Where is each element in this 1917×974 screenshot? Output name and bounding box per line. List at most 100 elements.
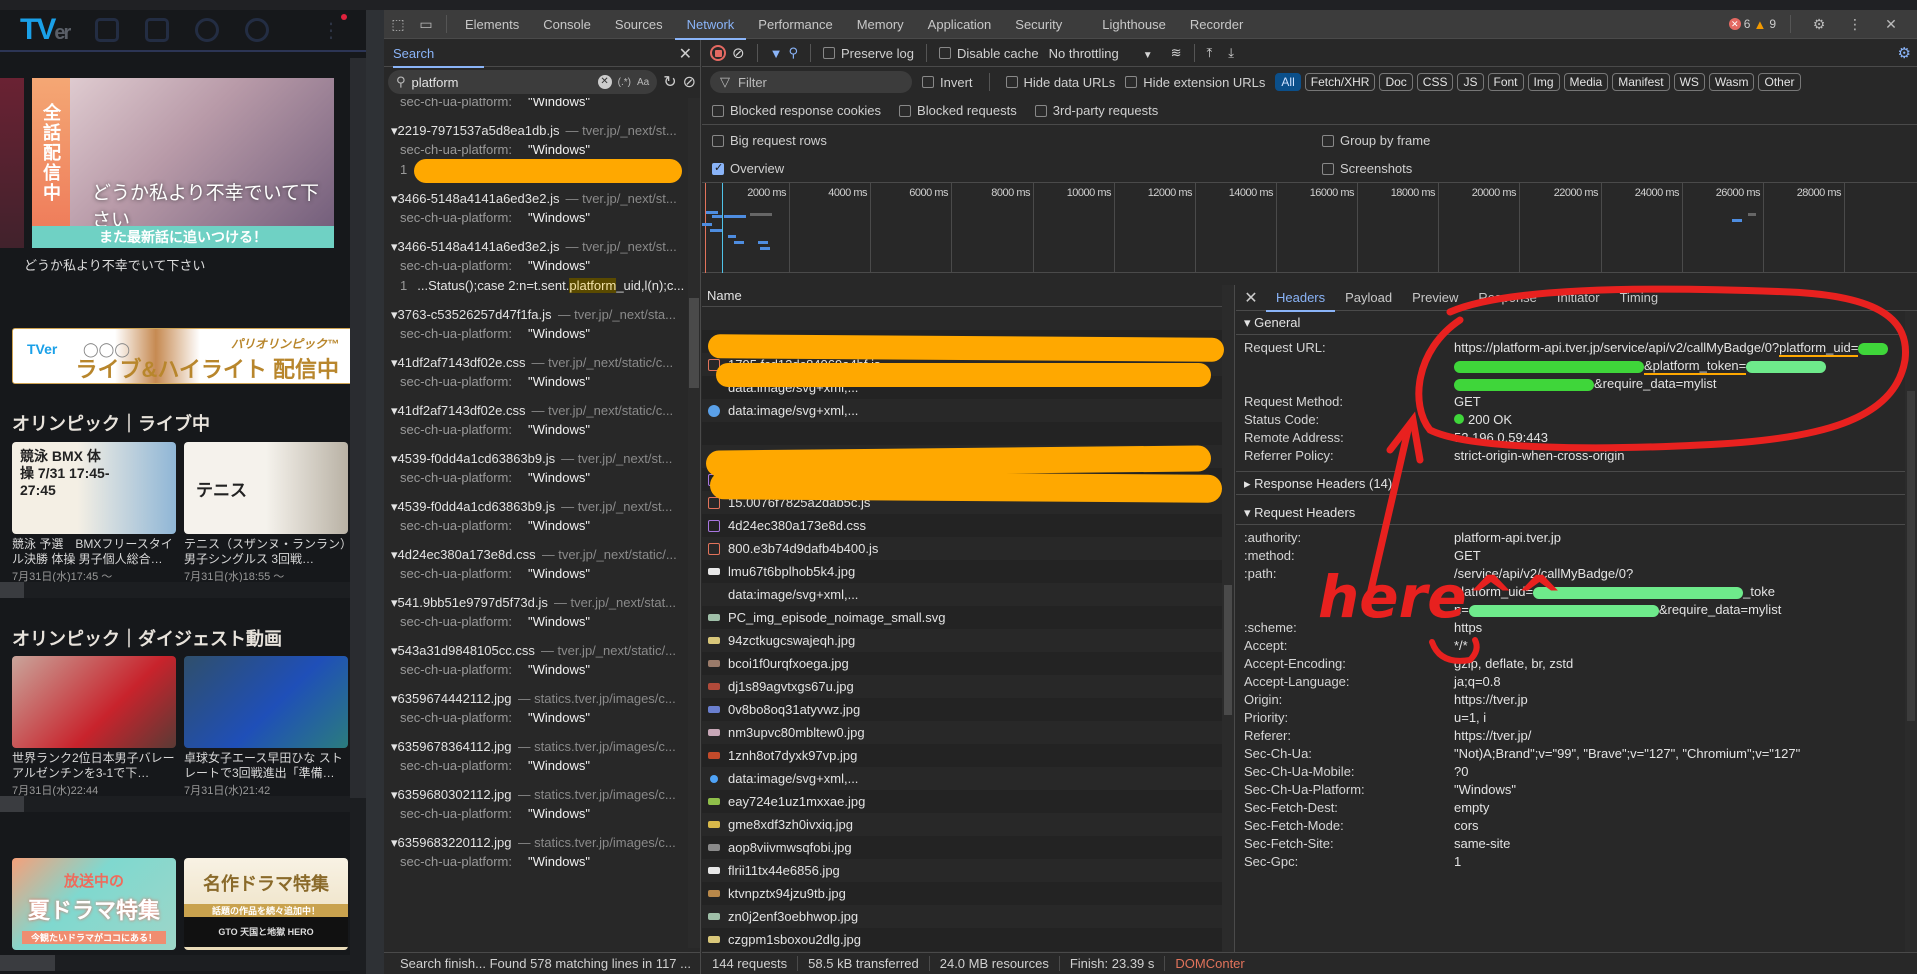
settings-gear-icon[interactable]: ⚙	[1810, 15, 1828, 33]
tab-recorder[interactable]: Recorder	[1178, 10, 1255, 39]
search-result-header[interactable]: ▾ 4539-f0dd4a1cd63863b9.js — tver.jp/_next…	[391, 450, 684, 468]
type-filter-fetch-xhr[interactable]: Fetch/XHR	[1304, 73, 1376, 91]
request-row[interactable]: data:image/svg+xml,...	[702, 399, 1234, 422]
details-tab-initiator[interactable]: Initiator	[1547, 285, 1610, 311]
scroll-thumb[interactable]	[0, 796, 24, 812]
type-filter-js[interactable]: JS	[1457, 73, 1484, 91]
search-match-line[interactable]: sec-ch-ua-platform: "Windows"	[391, 516, 684, 536]
request-row[interactable]: 4d24ec380a173e8d.css	[702, 514, 1234, 537]
search-input[interactable]: ⚲ platform ✕ (.*) Aa	[388, 70, 658, 94]
close-search-icon[interactable]: ✕	[679, 44, 692, 64]
timeline-overview[interactable]: 2000 ms 4000 ms 6000 ms 8000 ms 10000 ms 1200…	[702, 183, 1917, 273]
digest-card[interactable]: 卓球女子エース早田ひな ストレートで3回戦進出「準備… 7月31日(水)21:4…	[184, 656, 348, 798]
header-value[interactable]: /service/api/v2/callMyBadge/0? platform_u…	[1454, 565, 1894, 619]
response-headers-section-header[interactable]: ▸ Response Headers (14)	[1236, 471, 1917, 495]
search-result-header[interactable]: ▾ 4539-f0dd4a1cd63863b9.js — tver.jp/_next…	[391, 498, 684, 516]
header-value[interactable]: https	[1454, 619, 1894, 637]
promo-summer-drama[interactable]: 放送中の 夏ドラマ特集 今観たいドラマがココにある！	[12, 858, 176, 950]
search-result[interactable]: ▾ 4539-f0dd4a1cd63863b9.js — tver.jp/_next…	[391, 498, 684, 536]
search-match-line[interactable]: sec-ch-ua-platform: "Windows"	[391, 612, 684, 632]
request-row[interactable]: 0v8bo8oq31atyvwz.jpg	[702, 698, 1234, 721]
search-result-header[interactable]: ▾ 3466-5148a4141a6ed3e2.js — tver.jp/_next…	[391, 190, 684, 208]
request-row[interactable]: lmu67t6bplhob5k4.jpg	[702, 560, 1234, 583]
header-value[interactable]: empty	[1454, 799, 1894, 817]
scroll-thumb[interactable]	[0, 582, 24, 598]
type-filter-manifest[interactable]: Manifest	[1612, 73, 1670, 91]
header-value[interactable]: ja;q=0.8	[1454, 673, 1894, 691]
checkbox-box[interactable]	[922, 76, 934, 88]
search-result-header[interactable]: ▾ 6359680302112.jpg — statics.tver.jp/imag…	[391, 786, 684, 804]
request-headers-section-header[interactable]: ▾ Request Headers	[1236, 501, 1917, 525]
request-row[interactable]: gme8xdf3zh0ivxiq.jpg	[702, 813, 1234, 836]
header-value[interactable]: cors	[1454, 817, 1894, 835]
search-result-header[interactable]: ▾ 3466-5148a4141a6ed3e2.js — tver.jp/_next…	[391, 238, 684, 256]
checkbox-box[interactable]	[938, 47, 951, 59]
search-match-line[interactable]: sec-ch-ua-platform: "Windows"	[391, 140, 684, 160]
checkbox-box-checked[interactable]	[712, 161, 724, 175]
search-result-header[interactable]: ▾ 6359683220112.jpg — statics.tver.jp/imag…	[391, 834, 684, 852]
search-result[interactable]: ▾ 4539-f0dd4a1cd63863b9.js — tver.jp/_next…	[391, 450, 684, 488]
live-card[interactable]: 競泳 BMX 体操 7/31 17:45-27:45 競泳 予選 BMXフリース…	[12, 442, 176, 584]
tab-network[interactable]: Network	[674, 10, 747, 40]
issues-badge[interactable]: ✕ 6 ▲ 9	[1728, 17, 1776, 32]
search-result[interactable]: sec-ch-ua-platform: "Windows"	[391, 98, 684, 112]
search-icon[interactable]	[245, 18, 270, 42]
request-row[interactable]: data:image/svg+xml,...	[702, 767, 1234, 790]
filter-icon[interactable]: ▼	[770, 46, 783, 61]
search-match-line[interactable]: sec-ch-ua-platform: "Windows"	[391, 372, 684, 392]
header-value[interactable]: "Not)A;Brand";v="99", "Brave";v="127", "…	[1454, 745, 1894, 763]
search-result[interactable]: ▾ 6359674442112.jpg — statics.tver.jp/imag…	[391, 690, 684, 728]
search-match-line[interactable]: sec-ch-ua-platform: "Windows"	[391, 98, 684, 112]
details-tab-headers[interactable]: Headers	[1266, 285, 1336, 312]
devtools-resize-gutter[interactable]	[366, 10, 384, 974]
import-har-icon[interactable]: ⤒	[1207, 45, 1213, 61]
checkbox-box[interactable]	[712, 104, 724, 117]
hero-caption[interactable]: どうか私より不幸でいて下さい	[24, 255, 205, 274]
search-match-line[interactable]: sec-ch-ua-platform: "Windows"	[391, 324, 684, 344]
type-filter-all[interactable]: All	[1275, 73, 1301, 91]
tv-icon[interactable]	[145, 18, 170, 42]
clear-results-icon[interactable]: ⊘	[683, 72, 696, 92]
hero-prev-slide[interactable]	[0, 78, 24, 248]
promo-classic-drama[interactable]: 名作ドラマ特集 話題の作品を続々追加中！ GTO 天国と地獄 HERO	[184, 858, 348, 950]
header-value[interactable]: platform-api.tver.jp	[1454, 529, 1894, 547]
tab-console[interactable]: Console	[531, 10, 603, 39]
tab-security[interactable]: Security	[1003, 10, 1074, 39]
request-row[interactable]: flrii11tx44e6856.jpg	[702, 859, 1234, 882]
type-filter-doc[interactable]: Doc	[1379, 73, 1413, 91]
header-value[interactable]: https://tver.jp	[1454, 691, 1894, 709]
type-filter-ws[interactable]: WS	[1673, 73, 1705, 91]
third-party-checkbox[interactable]: 3rd-party requests	[1034, 103, 1158, 118]
overview-checkbox[interactable]: Overview	[712, 161, 784, 176]
header-value[interactable]: gzip, deflate, br, zstd	[1454, 655, 1894, 673]
search-result[interactable]: ▾ 3466-5148a4141a6ed3e2.js — tver.jp/_next…	[391, 238, 684, 296]
request-row[interactable]: nm3upvc80mbltew0.jpg	[702, 721, 1234, 744]
export-har-icon[interactable]: ⤓	[1228, 45, 1234, 61]
scroll-thumb[interactable]	[689, 298, 699, 388]
match-case-toggle[interactable]: Aa	[637, 77, 649, 88]
request-row[interactable]: 94zctkugcswajeqh.jpg	[702, 629, 1234, 652]
throttling-select[interactable]: No throttling ▼	[1049, 46, 1153, 61]
device-toolbar-icon[interactable]: ▭	[417, 15, 435, 33]
search-result[interactable]: ▾ 3763-c53526257d47f1fa.js — tver.jp/_next…	[391, 306, 684, 344]
search-icon[interactable]: ⚲	[788, 45, 798, 61]
filter-input[interactable]: ▽ Filter	[710, 71, 912, 93]
refresh-search-icon[interactable]: ↻	[663, 72, 676, 92]
search-result[interactable]: ▾ 6359683220112.jpg — statics.tver.jp/imag…	[391, 834, 684, 872]
search-result[interactable]: ▾ 543a31d9848105cc.css — tver.jp/_next/sta…	[391, 642, 684, 680]
search-match-line[interactable]: sec-ch-ua-platform: "Windows"	[391, 660, 684, 680]
type-filter-other[interactable]: Other	[1758, 73, 1801, 91]
more-menu-icon[interactable]: ⋮	[321, 13, 347, 43]
search-result[interactable]: ▾ 41df2af7143df02e.css — tver.jp/_next/sta…	[391, 402, 684, 440]
regex-toggle[interactable]: (.*)	[618, 77, 631, 88]
search-match-line[interactable]: sec-ch-ua-platform: "Windows"	[391, 468, 684, 488]
search-match-line[interactable]: sec-ch-ua-platform: "Windows"	[391, 420, 684, 440]
record-stop-button[interactable]	[710, 45, 726, 61]
search-result-header[interactable]: ▾ 6359674442112.jpg — statics.tver.jp/imag…	[391, 690, 684, 708]
type-filter-img[interactable]: Img	[1527, 73, 1560, 91]
header-value[interactable]: ?0	[1454, 763, 1894, 781]
details-tab-payload[interactable]: Payload	[1335, 285, 1402, 311]
big-request-rows-checkbox[interactable]: Big request rows	[712, 133, 827, 148]
checkbox-box[interactable]	[1125, 76, 1138, 88]
checkbox-box[interactable]	[822, 47, 835, 59]
